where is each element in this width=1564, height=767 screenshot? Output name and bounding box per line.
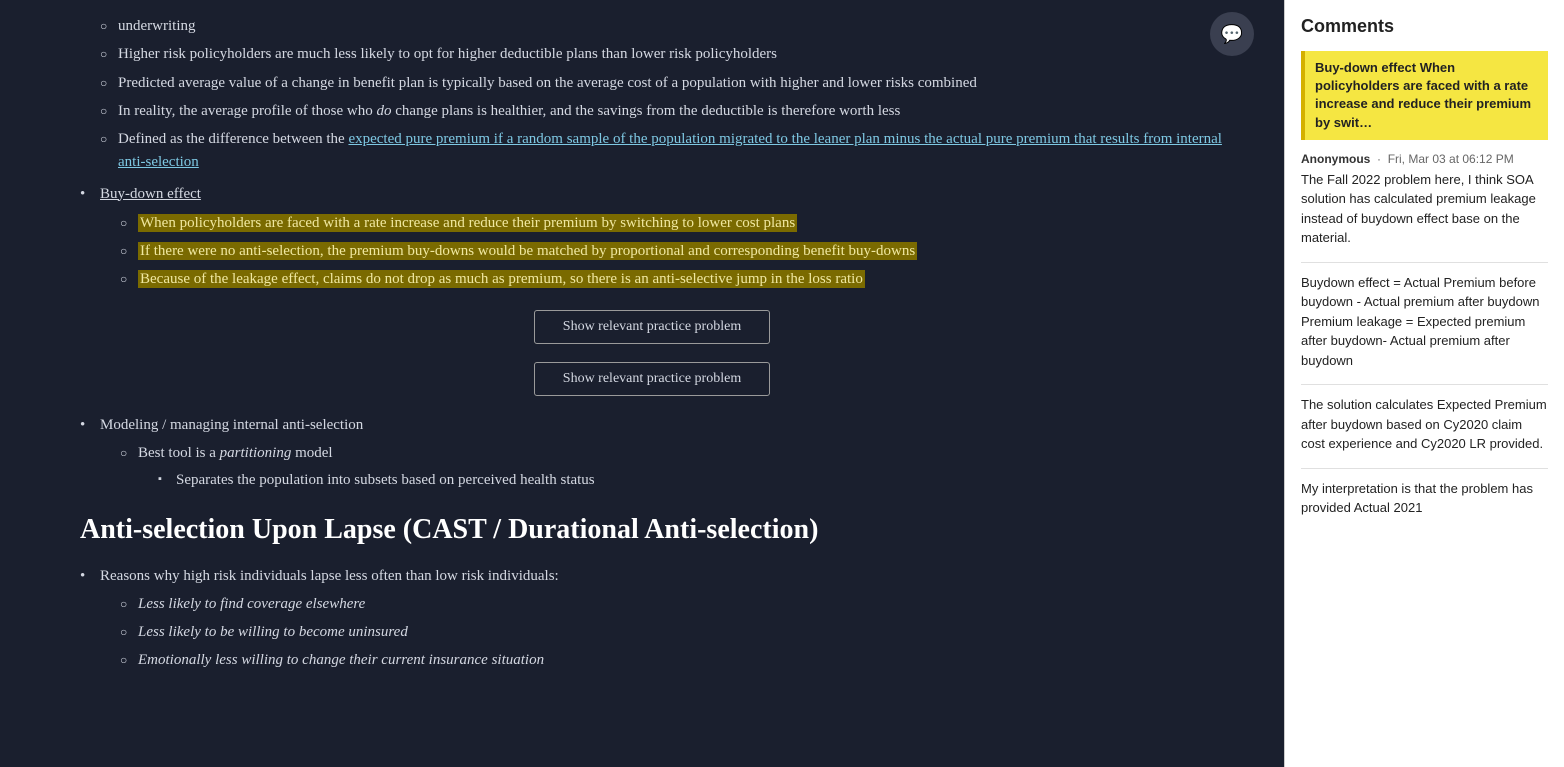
list-item: Predicted average value of a change in b…: [100, 72, 1224, 95]
comment-text: The solution calculates Expected Premium…: [1301, 395, 1548, 454]
comment-toggle-button[interactable]: 💬: [1210, 12, 1254, 56]
practice-btn-2-container: Show relevant practice problem: [80, 362, 1224, 396]
comment-icon: 💬: [1221, 24, 1243, 45]
buydown-label: Buy-down effect: [100, 186, 201, 202]
comment-text: Buydown effect = Actual Premium before b…: [1301, 273, 1548, 371]
comment-text: The Fall 2022 problem here, I think SOA …: [1301, 170, 1548, 248]
main-content: underwriting Higher risk policyholders a…: [0, 0, 1284, 767]
practice-btn-1-container: Show relevant practice problem: [80, 310, 1224, 344]
comment-entry: The solution calculates Expected Premium…: [1301, 395, 1548, 454]
comment-divider: [1301, 262, 1548, 263]
list-item: Higher risk policyholders are much less …: [100, 43, 1224, 66]
comment-text: My interpretation is that the problem ha…: [1301, 479, 1548, 518]
list-item: Defined as the difference between the ex…: [100, 128, 1224, 175]
comments-panel: Comments Buy-down effect When policyhold…: [1284, 0, 1564, 767]
lapse-item: Reasons why high risk individuals lapse …: [80, 565, 1224, 673]
comment-highlight-quote: Buy-down effect When policyholders are f…: [1301, 51, 1548, 140]
buydown-item: Buy-down effect When policyholders are f…: [80, 183, 1224, 292]
commenter-name: Anonymous: [1301, 152, 1370, 166]
comments-title: Comments: [1301, 16, 1548, 37]
list-item: Because of the leakage effect, claims do…: [120, 268, 1224, 291]
section-heading: Anti-selection Upon Lapse (CAST / Durati…: [80, 512, 1224, 548]
show-practice-problem-button-2[interactable]: Show relevant practice problem: [534, 362, 770, 396]
comment-entry: Buydown effect = Actual Premium before b…: [1301, 273, 1548, 371]
list-item: In reality, the average profile of those…: [100, 100, 1224, 123]
list-item: Best tool is a partitioning model Separa…: [120, 442, 1224, 493]
list-item: underwriting: [100, 15, 1224, 38]
show-practice-problem-button-1[interactable]: Show relevant practice problem: [534, 310, 770, 344]
list-item: If there were no anti-selection, the pre…: [120, 240, 1224, 263]
list-item: Separates the population into subsets ba…: [158, 469, 1224, 492]
comment-meta: Anonymous · Fri, Mar 03 at 06:12 PM: [1301, 152, 1548, 166]
list-item: When policyholders are faced with a rate…: [120, 212, 1224, 235]
modeling-item: Modeling / managing internal anti-select…: [80, 414, 1224, 493]
list-item: Less likely to find coverage elsewhere: [120, 593, 1224, 616]
list-item: Emotionally less willing to change their…: [120, 649, 1224, 672]
comment-divider: [1301, 384, 1548, 385]
comment-divider: [1301, 468, 1548, 469]
comment-entry: Anonymous · Fri, Mar 03 at 06:12 PM The …: [1301, 152, 1548, 248]
comment-entry: My interpretation is that the problem ha…: [1301, 479, 1548, 518]
list-item: Less likely to be willing to become unin…: [120, 621, 1224, 644]
comment-date: Fri, Mar 03 at 06:12 PM: [1388, 152, 1514, 166]
